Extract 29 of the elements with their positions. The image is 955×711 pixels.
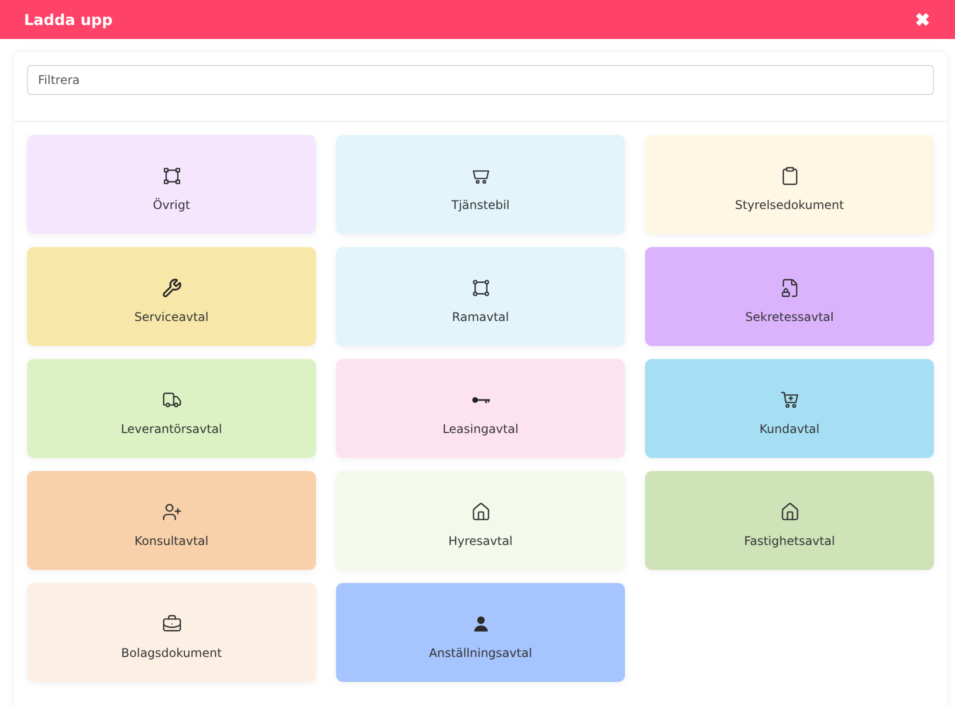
- window-title: Ladda upp: [24, 10, 113, 28]
- clipboard-icon: [780, 166, 800, 186]
- category-card[interactable]: Serviceavtal: [27, 247, 316, 346]
- category-card[interactable]: Leasingavtal: [336, 359, 625, 458]
- file-lock-icon: [780, 278, 800, 298]
- category-card[interactable]: Övrigt: [27, 135, 316, 234]
- category-card[interactable]: Ramavtal: [336, 247, 625, 346]
- square-icon: [470, 278, 490, 298]
- user-icon: [472, 614, 490, 632]
- category-card[interactable]: Hyresavtal: [336, 471, 625, 570]
- category-card[interactable]: Bolagsdokument: [27, 583, 316, 682]
- category-card[interactable]: Anställningsavtal: [336, 583, 625, 682]
- category-card[interactable]: Styrelsedokument: [645, 135, 934, 234]
- key-icon: [470, 394, 490, 404]
- house-icon: [470, 502, 490, 522]
- category-card[interactable]: Fastighetsavtal: [645, 471, 934, 570]
- filter-field[interactable]: Filtrera: [27, 65, 934, 95]
- category-card[interactable]: Leverantörsavtal: [27, 359, 316, 458]
- category-card[interactable]: Kundavtal: [645, 359, 934, 458]
- cart-plus-icon: [780, 390, 800, 410]
- category-card[interactable]: Tjänstebil: [336, 135, 625, 234]
- wrench-icon: [162, 278, 182, 298]
- selection-icon: [162, 166, 182, 186]
- house-icon: [780, 502, 800, 522]
- briefcase-icon: [162, 614, 182, 634]
- category-card[interactable]: Konsultavtal: [27, 471, 316, 570]
- truck-icon: [162, 390, 182, 410]
- user-plus-icon: [162, 502, 182, 522]
- category-card[interactable]: Sekretessavtal: [645, 247, 934, 346]
